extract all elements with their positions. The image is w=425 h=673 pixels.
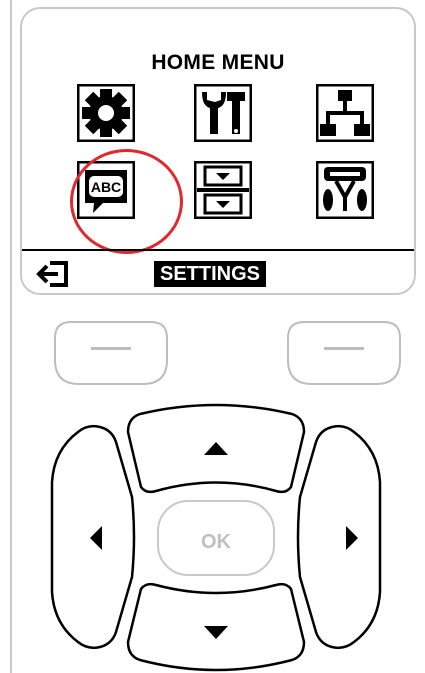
up-button[interactable] <box>126 403 306 494</box>
selection-highlight <box>70 149 183 254</box>
ok-button-label: OK <box>201 531 232 553</box>
left-soft-button[interactable] <box>53 320 169 386</box>
right-soft-button[interactable] <box>286 320 402 386</box>
selected-item-label: SETTINGS <box>154 261 267 287</box>
ports-icon[interactable] <box>316 161 374 219</box>
sensor-icon[interactable] <box>194 161 252 219</box>
screen-divider <box>22 249 414 251</box>
back-arrow-icon[interactable] <box>36 259 70 289</box>
right-button[interactable] <box>296 424 382 650</box>
ok-button[interactable]: OK <box>157 500 275 576</box>
left-soft-button-dash <box>91 347 131 350</box>
tools-icon[interactable] <box>194 84 252 142</box>
device-edge <box>10 0 12 673</box>
network-icon[interactable] <box>316 84 374 142</box>
left-button[interactable] <box>50 424 136 650</box>
lcd-screen: HOME MENU ABC SETTINGS <box>20 7 416 295</box>
down-button[interactable] <box>126 582 306 672</box>
navigation-pad: OK <box>50 403 382 672</box>
gear-icon[interactable] <box>77 84 135 142</box>
right-soft-button-dash <box>324 347 364 350</box>
screen-title: HOME MENU <box>151 51 285 74</box>
